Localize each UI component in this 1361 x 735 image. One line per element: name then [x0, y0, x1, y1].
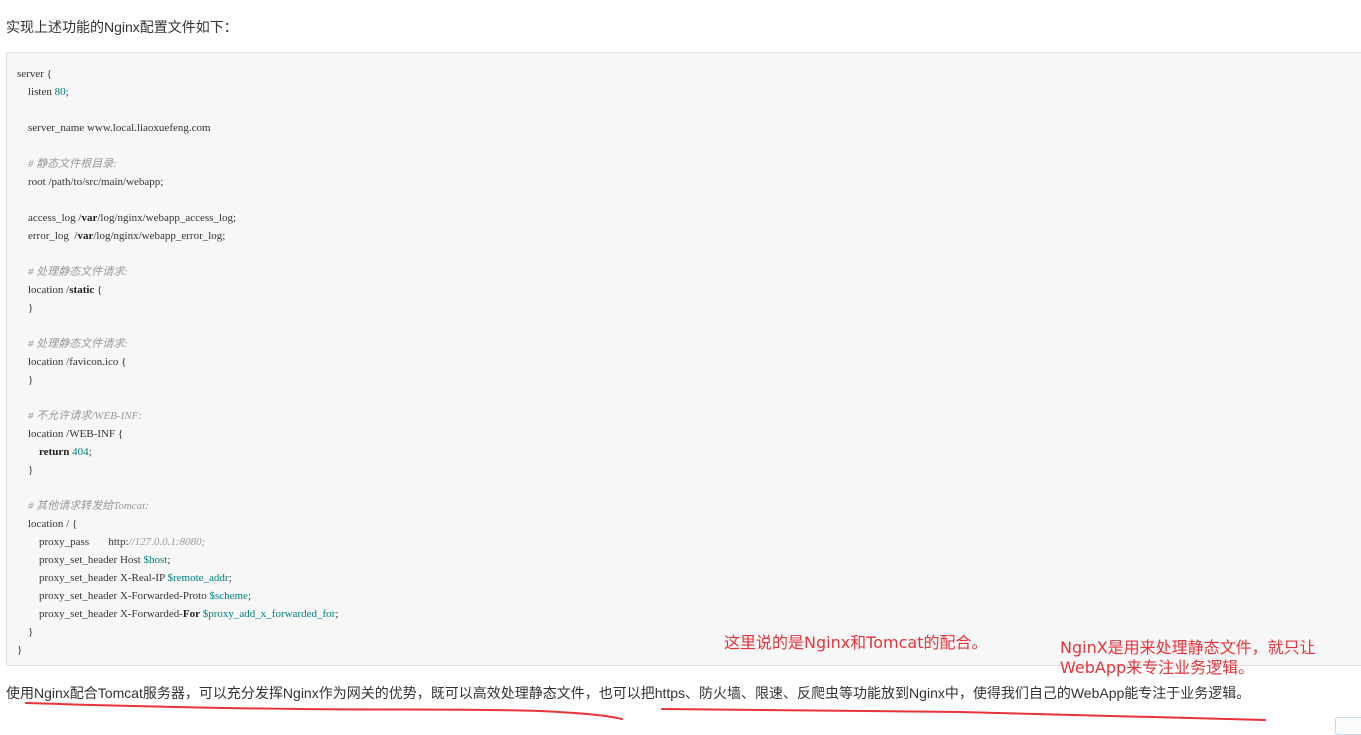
corner-button[interactable] — [1335, 717, 1361, 735]
underline-stroke-2 — [661, 708, 1266, 721]
underline-stroke-1 — [25, 702, 623, 720]
handwritten-underlines — [25, 702, 1266, 721]
